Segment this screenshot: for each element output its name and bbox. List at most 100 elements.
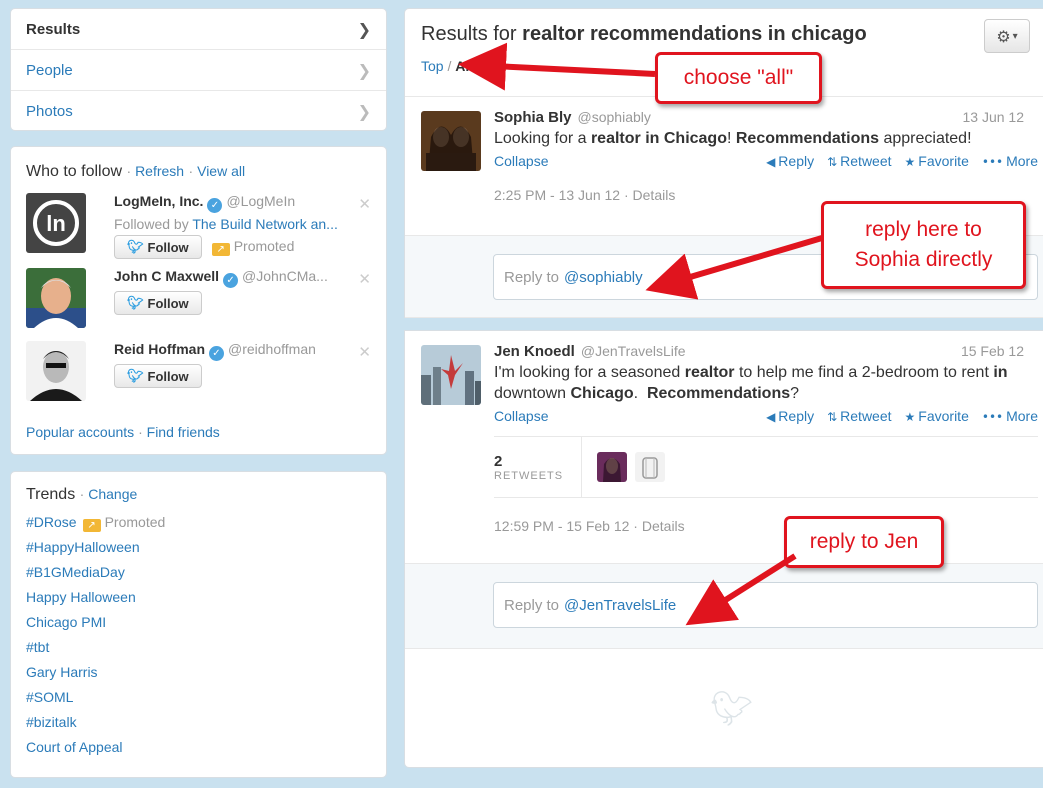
trend-link[interactable]: Gary Harris <box>26 664 98 680</box>
trends-module: Trends · Change #DRose ↗ Promoted #HappyHa… <box>10 471 387 778</box>
tweet-username[interactable]: @JenTravelsLife <box>581 343 686 359</box>
nav-item-label: Photos <box>26 103 73 120</box>
trend-link[interactable]: #DRose <box>26 514 77 530</box>
avatar[interactable] <box>421 111 481 171</box>
favorite-label: Favorite <box>918 153 969 169</box>
retweet-label: Retweet <box>840 408 892 424</box>
chevron-right-icon: ❯ <box>357 102 371 121</box>
avatar[interactable] <box>26 268 86 328</box>
follow-button[interactable]: 🐦︎ Follow <box>114 291 202 315</box>
retweeter-avatar[interactable] <box>635 452 665 482</box>
retweet-action[interactable]: ⇅ Retweet <box>827 408 891 424</box>
retweet-count-number: 2 <box>494 452 503 470</box>
tweet-text: Looking for a realtor in Chicago! Recomm… <box>494 128 1038 149</box>
trend-link[interactable]: Happy Halloween <box>26 589 136 605</box>
tweet-date[interactable]: 15 Feb 12 <box>961 343 1038 359</box>
title-prefix: Results for <box>421 23 517 45</box>
follow-button[interactable]: 🐦︎ Follow <box>114 364 202 388</box>
reply-action[interactable]: ◀ Reply <box>766 408 814 424</box>
bird-icon: 🐦︎ <box>127 368 144 384</box>
nav-item-people[interactable]: People ❯ <box>11 50 386 91</box>
person-photo-icon <box>26 268 86 328</box>
trend-link[interactable]: #tbt <box>26 639 49 655</box>
find-friends-link[interactable]: Find friends <box>147 424 220 440</box>
details-link[interactable]: Details <box>642 518 685 534</box>
view-all-link[interactable]: View all <box>197 163 245 179</box>
favorite-action[interactable]: ★ Favorite <box>905 153 969 169</box>
tweet-username[interactable]: @sophiably <box>578 109 651 125</box>
tweet-timestamp: 2:25 PM - 13 Jun 12 <box>494 187 621 203</box>
avatar[interactable] <box>421 345 481 405</box>
all-results-link[interactable]: All <box>455 58 473 74</box>
account-name[interactable]: Reid Hoffman <box>114 341 205 357</box>
reply-prefix: Reply to <box>504 596 560 614</box>
promoted-badge: ↗ Promoted <box>82 514 165 532</box>
gear-icon: ⚙ <box>996 26 1011 46</box>
reply-action[interactable]: ◀ Reply <box>766 153 814 169</box>
dismiss-icon[interactable]: ✕ <box>358 195 371 213</box>
change-link[interactable]: Change <box>88 486 137 502</box>
avatar[interactable] <box>26 341 86 401</box>
details-link[interactable]: Details <box>633 187 676 203</box>
retweeter-avatar[interactable] <box>597 452 627 482</box>
who-to-follow-module: Who to follow · Refresh · View all ln Lo… <box>10 146 387 455</box>
annotation-text: Sophia directly <box>854 248 993 271</box>
trend-link[interactable]: #B1GMediaDay <box>26 564 125 580</box>
more-action[interactable]: ••• More <box>982 153 1038 169</box>
reply-area: Reply to @JenTravelsLife <box>405 563 1043 649</box>
nav-item-results[interactable]: Results ❯ <box>11 9 386 50</box>
trend-link[interactable]: #SOML <box>26 689 73 705</box>
account-name[interactable]: John C Maxwell <box>114 268 219 284</box>
results-nav: Results ❯ People ❯ Photos ❯ <box>10 8 387 131</box>
module-header: Who to follow · Refresh · View all <box>26 163 246 180</box>
retweet-count-label: RETWEETS <box>494 469 564 482</box>
collapse-link[interactable]: Collapse <box>494 408 548 424</box>
nav-item-photos[interactable]: Photos ❯ <box>11 91 386 132</box>
more-action[interactable]: ••• More <box>982 408 1038 424</box>
search-results-stream: Results for realtor recommendations in c… <box>404 8 1043 768</box>
tweet-date[interactable]: 13 Jun 12 <box>963 109 1039 125</box>
followed-by-link[interactable]: The Build Network an... <box>192 216 338 232</box>
retweet-count[interactable]: 2 RETWEETS <box>494 437 582 497</box>
tweet-fullname[interactable]: Sophia Bly <box>494 109 572 126</box>
avatar[interactable]: ln <box>26 193 86 253</box>
collapse-link[interactable]: Collapse <box>494 153 548 169</box>
favorite-action[interactable]: ★ Favorite <box>905 408 969 424</box>
refresh-link[interactable]: Refresh <box>135 163 184 179</box>
trend-item: Gary Harris <box>26 660 371 685</box>
dismiss-icon[interactable]: ✕ <box>358 270 371 288</box>
promoted-badge: ↗ Promoted <box>211 238 294 256</box>
trend-link[interactable]: Chicago PMI <box>26 614 106 630</box>
person-photo-icon <box>26 341 86 401</box>
promoted-icon: ↗ <box>211 243 230 256</box>
text-part: ? <box>790 385 800 402</box>
tweet[interactable]: Jen Knoedl @JenTravelsLife 15 Feb 12 I'm… <box>405 331 1043 563</box>
tweet-fullname[interactable]: Jen Knoedl <box>494 343 575 360</box>
person-photo-icon <box>421 345 481 405</box>
reply-input[interactable]: Reply to @JenTravelsLife <box>493 582 1038 628</box>
verified-icon: ✓ <box>209 346 224 361</box>
popular-accounts-link[interactable]: Popular accounts <box>26 424 134 440</box>
annotation-reply-jen: reply to Jen <box>784 516 944 568</box>
trend-link[interactable]: #bizitalk <box>26 714 77 730</box>
trend-link[interactable]: #HappyHalloween <box>26 539 140 555</box>
annotation-text: choose "all" <box>683 66 794 89</box>
who-to-follow-footer: Popular accounts · Find friends <box>26 424 220 440</box>
logmein-logo-icon: ln <box>33 200 79 246</box>
annotation-choose-all: choose "all" <box>655 52 822 104</box>
dismiss-icon[interactable]: ✕ <box>358 343 371 361</box>
favorite-label: Favorite <box>918 408 969 424</box>
follow-label: Follow <box>147 368 189 384</box>
verified-icon: ✓ <box>207 198 223 213</box>
follow-label: Follow <box>147 295 189 311</box>
settings-gear-button[interactable]: ⚙ ▾ <box>984 19 1030 53</box>
star-icon: ★ <box>904 410 916 424</box>
follow-button[interactable]: 🐦︎ Follow <box>114 235 202 259</box>
promoted-icon: ↗ <box>82 519 101 532</box>
text-part: ! <box>726 130 736 147</box>
account-name[interactable]: LogMeIn, Inc. <box>114 193 203 209</box>
retweet-action[interactable]: ⇅ Retweet <box>827 153 891 169</box>
top-results-link[interactable]: Top <box>421 58 444 74</box>
trend-link[interactable]: Court of Appeal <box>26 739 123 755</box>
account-handle: @LogMeIn <box>226 193 296 209</box>
